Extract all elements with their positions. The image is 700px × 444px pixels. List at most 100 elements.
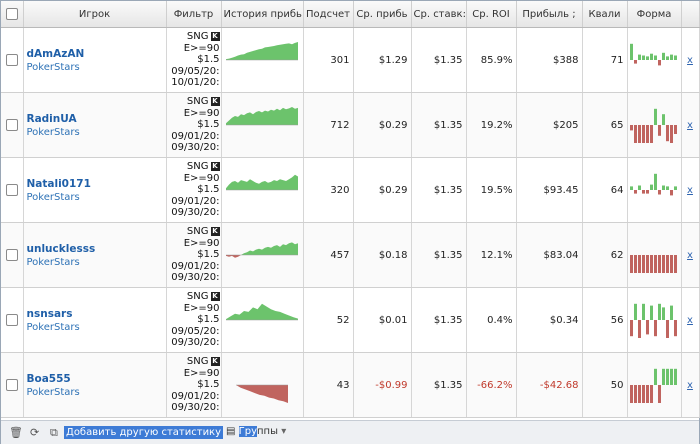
col-qual[interactable]: Квали (582, 1, 628, 28)
player-site-link[interactable]: PokerStars (27, 192, 163, 203)
filter-date-to: 09/30/20: (171, 142, 220, 154)
player-site-link[interactable]: PokerStars (27, 387, 163, 398)
table-row[interactable]: nsnsars PokerStars SNG K E>=90 $1.5 09/05/20: 0… (1, 287, 700, 353)
select-all-header[interactable] (1, 1, 24, 28)
col-avg-profit[interactable]: Ср. прибь (353, 1, 412, 28)
player-name-link[interactable]: dAmAzAN (27, 48, 163, 60)
player-site-link[interactable]: PokerStars (27, 257, 163, 268)
avg-stake-cell: $1.35 (411, 27, 467, 93)
player-cell: Natali0171 PokerStars (23, 157, 167, 223)
form-bars-chart (630, 368, 677, 403)
filter-buyin: $1.5 (197, 379, 220, 391)
avg-stake-cell: $1.35 (411, 92, 467, 158)
form-bar (646, 125, 649, 143)
select-all-checkbox[interactable] (5, 8, 18, 20)
row-checkbox[interactable] (5, 119, 18, 131)
table-row[interactable]: Boa555 PokerStars SNG K E>=90 $1.5 09/01/20: 09… (1, 352, 700, 418)
row-select-cell[interactable] (1, 352, 24, 418)
remove-row-link[interactable]: x (681, 27, 700, 93)
form-bar (634, 385, 637, 403)
row-select-cell[interactable] (1, 157, 24, 223)
player-cell: RadinUA PokerStars (23, 92, 167, 158)
filter-cell[interactable]: SNG K E>=90 $1.5 09/01/20: 09/30/20: (166, 157, 222, 223)
table-row[interactable]: unlucklesss PokerStars SNG K E>=90 $1.5 09/01/… (1, 222, 700, 288)
avg-profit-cell: $0.18 (353, 222, 412, 288)
avg-stake-cell: $1.35 (411, 157, 467, 223)
player-name-link[interactable]: nsnsars (27, 308, 163, 320)
form-bar (646, 190, 649, 194)
form-bar (634, 255, 637, 273)
row-select-cell[interactable] (1, 222, 24, 288)
col-avg-roi[interactable]: Ср. ROI (466, 1, 517, 28)
sparkline-positive-area (226, 107, 298, 125)
form-cell (627, 352, 682, 418)
filter-cell[interactable]: SNG K E>=90 $1.5 09/01/20: 09/30/20: (166, 352, 222, 418)
col-player[interactable]: Игрок (23, 1, 167, 28)
row-select-cell[interactable] (1, 287, 24, 353)
table-row[interactable]: Natali0171 PokerStars SNG K E>=90 $1.5 09/01/2… (1, 157, 700, 223)
remove-row-link[interactable]: x (681, 157, 700, 223)
filter-game: SNG (186, 226, 209, 238)
form-bar (654, 108, 657, 125)
row-select-cell[interactable] (1, 27, 24, 93)
filter-date-from: 09/01/20: (171, 260, 220, 272)
avg-stake-cell: $1.35 (411, 287, 467, 353)
form-bar (634, 190, 637, 194)
sparkline-negative-area (226, 255, 298, 258)
col-profit[interactable]: Прибыль ; (516, 1, 583, 28)
filter-cell[interactable]: SNG K E>=90 $1.5 09/01/20: 09/30/20: (166, 222, 222, 288)
row-checkbox[interactable] (5, 184, 18, 196)
profit-history-sparkline (226, 242, 298, 258)
col-form[interactable]: Форма (627, 1, 682, 28)
add-stats-button[interactable]: Добавить другую статистику (64, 426, 224, 439)
row-checkbox[interactable] (5, 314, 18, 326)
avg-roi-cell: 19.5% (466, 157, 517, 223)
row-checkbox[interactable] (5, 54, 18, 66)
form-bar (646, 56, 649, 60)
player-cell: unlucklesss PokerStars (23, 222, 167, 288)
row-checkbox[interactable] (5, 249, 18, 261)
player-site-link[interactable]: PokerStars (27, 127, 163, 138)
avg-stake-cell: $1.35 (411, 222, 467, 288)
player-name-link[interactable]: Boa555 (27, 373, 163, 385)
stats-window: Игрок Фильтр История прибь Подсчет Ср. п… (0, 0, 700, 444)
player-site-link[interactable]: PokerStars (27, 62, 163, 73)
player-name-link[interactable]: unlucklesss (27, 243, 163, 255)
remove-row-link[interactable]: x (681, 222, 700, 288)
form-bar (634, 60, 637, 64)
col-count[interactable]: Подсчет (303, 1, 354, 28)
table-row[interactable]: RadinUA PokerStars SNG K E>=90 $1.5 09/01/20: 0… (1, 92, 700, 158)
player-site-link[interactable]: PokerStars (27, 322, 163, 333)
remove-row-link[interactable]: x (681, 287, 700, 353)
form-bar (646, 255, 649, 273)
row-checkbox[interactable] (5, 379, 18, 391)
filter-cell[interactable]: SNG K E>=90 $1.5 09/05/20: 10/01/20: (166, 27, 222, 93)
filter-cell[interactable]: SNG K E>=90 $1.5 09/05/20: 09/30/20: (166, 287, 222, 353)
player-name-link[interactable]: RadinUA (27, 113, 163, 125)
table-row[interactable]: dAmAzAN PokerStars SNG K E>=90 $1.5 09/05/20: 1… (1, 27, 700, 93)
form-cell (627, 157, 682, 223)
col-history[interactable]: История прибь (221, 1, 304, 28)
form-bar (658, 303, 661, 320)
form-bar (654, 255, 657, 273)
filter-cell[interactable]: SNG K E>=90 $1.5 09/01/20: 09/30/20: (166, 92, 222, 158)
col-avg-stake[interactable]: Ср. ставк: (411, 1, 467, 28)
remove-row-link[interactable]: x (681, 352, 700, 418)
groups-dropdown[interactable]: ▤ Группы ▾ (226, 426, 286, 437)
refresh-icon[interactable]: ⟳ (30, 426, 39, 439)
history-cell (221, 157, 304, 223)
qual-cell: 56 (582, 287, 628, 353)
row-select-cell[interactable] (1, 92, 24, 158)
filter-date-to: 09/30/20: (171, 207, 220, 219)
copy-icon[interactable]: ⧉ (50, 426, 58, 440)
form-bar (658, 385, 661, 403)
remove-row-link[interactable]: x (681, 92, 700, 158)
footer-toolbar: 🗑 ⟳ ⧉ Добавить другую статистику ▤ Групп… (1, 420, 699, 444)
form-bar (630, 186, 633, 190)
delete-icon[interactable]: 🗑 (9, 426, 23, 439)
profit-cell: $205 (516, 92, 583, 158)
form-bars-chart (630, 255, 677, 273)
player-name-link[interactable]: Natali0171 (27, 178, 163, 190)
col-filter[interactable]: Фильтр (166, 1, 222, 28)
filter-cond: E>=90 (183, 107, 220, 119)
